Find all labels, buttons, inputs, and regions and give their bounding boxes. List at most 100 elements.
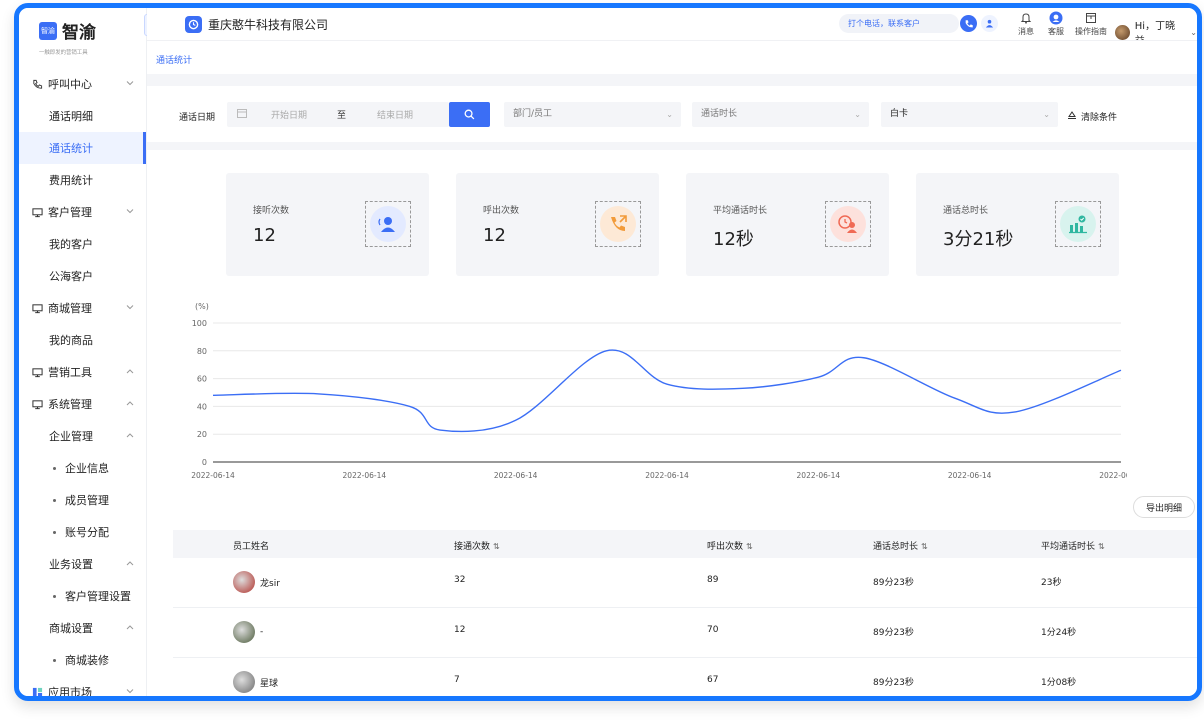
y-tick-label: 40 bbox=[197, 402, 207, 411]
chevron-down-icon: ⌄ bbox=[1043, 110, 1050, 119]
header-action-label: 操作指南 bbox=[1075, 27, 1107, 36]
x-tick-label: 2022-06-14 bbox=[1099, 471, 1127, 480]
sidebar-item-15[interactable]: 业务设置 bbox=[19, 548, 146, 580]
sidebar-nav: 呼叫中心 通话明细通话统计费用统计客户管理我的客户公海客户 商城管理 我的商品 营销工具… bbox=[19, 68, 146, 696]
sidebar-item-label: 商城装修 bbox=[65, 654, 109, 667]
chevron-down-icon: ⌄ bbox=[666, 110, 673, 119]
avatar bbox=[233, 571, 255, 593]
date-filter-label: 通话日期 bbox=[179, 113, 216, 123]
employee-name-cell: - bbox=[233, 621, 263, 643]
sidebar-item-8[interactable]: 我的商品 bbox=[19, 324, 146, 356]
sidebar-item-label: 系统管理 bbox=[48, 398, 92, 411]
sort-icon[interactable]: ⇅ bbox=[1098, 542, 1105, 551]
chevron-down-icon bbox=[126, 79, 134, 88]
sidebar-item-1[interactable]: 通话明细 bbox=[19, 100, 146, 132]
x-tick-label: 2022-06-14 bbox=[948, 471, 992, 480]
sort-icon[interactable]: ⇅ bbox=[746, 542, 753, 551]
sidebar-item-9[interactable]: 营销工具 bbox=[19, 356, 146, 388]
clear-filters-button[interactable]: 清除条件 bbox=[1067, 110, 1117, 123]
chevron-down-icon bbox=[126, 687, 134, 696]
app-name: 智渝 bbox=[62, 23, 96, 43]
stat-label: 呼出次数 bbox=[483, 206, 520, 216]
chevron-up-icon bbox=[126, 431, 134, 440]
table-cell: 89分23秒 bbox=[873, 628, 914, 638]
outgoing-call-icon bbox=[595, 201, 641, 247]
duration-select[interactable]: 通话时长 ⌄ bbox=[692, 102, 869, 127]
sort-icon[interactable]: ⇅ bbox=[921, 542, 928, 551]
column-header[interactable]: 接通次数 ⇅ bbox=[454, 539, 500, 552]
table-cell: 70 bbox=[707, 625, 719, 635]
phone-icon[interactable] bbox=[960, 15, 977, 32]
column-header-label: 通话总时长 bbox=[873, 542, 919, 552]
y-tick-label: 20 bbox=[197, 430, 207, 439]
table-row: 星球 7 67 89分23秒 1分08秒 bbox=[173, 658, 1197, 696]
stat-label: 通话总时长 bbox=[943, 206, 989, 216]
y-tick-label: 60 bbox=[197, 375, 207, 384]
employee-name: 龙sir bbox=[260, 578, 280, 589]
stat-card: 呼出次数 12 bbox=[456, 173, 659, 276]
sidebar-item-7[interactable]: 商城管理 bbox=[19, 292, 146, 324]
card-select[interactable]: 白卡 ⌄ bbox=[881, 102, 1058, 127]
column-header: 员工姓名 bbox=[233, 539, 269, 552]
sidebar-item-label: 我的客户 bbox=[49, 238, 93, 251]
column-header[interactable]: 平均通话时长 ⇅ bbox=[1041, 539, 1105, 552]
app-tagline: 一触即发的营销工具 bbox=[39, 49, 88, 56]
series-line bbox=[212, 349, 1122, 433]
breadcrumb[interactable]: 通话统计 bbox=[156, 53, 192, 66]
y-tick-label: 100 bbox=[192, 319, 207, 328]
monitor-icon bbox=[31, 398, 43, 410]
end-date-input[interactable]: 结束日期 bbox=[377, 108, 413, 121]
call-input[interactable]: 打个电话，联系客户 bbox=[839, 14, 959, 33]
app-frame: 智渝 智渝 一触即发的营销工具 呼叫中心 通话明细 通话统计 费用统计 客户管理 我的客户… bbox=[14, 3, 1202, 701]
table-cell: 12 bbox=[454, 625, 466, 635]
search-icon bbox=[464, 105, 475, 124]
sidebar-item-14[interactable]: 账号分配 bbox=[19, 516, 146, 548]
sidebar-item-19[interactable]: 应用市场 bbox=[19, 676, 146, 696]
header-action-label: 客服 bbox=[1048, 27, 1064, 36]
date-range-picker[interactable]: 开始日期 至 结束日期 bbox=[227, 102, 449, 127]
table-cell: 67 bbox=[707, 675, 719, 685]
stat-label: 平均通话时长 bbox=[713, 206, 768, 216]
call-chart: (%) 0 20 40 60 80 100 2022-06-14 2022-06-14 2022-… bbox=[191, 302, 1127, 480]
search-button[interactable] bbox=[449, 102, 490, 127]
sidebar-item-label: 应用市场 bbox=[48, 686, 92, 696]
clock-user-icon bbox=[825, 201, 871, 247]
sidebar-item-5[interactable]: 我的客户 bbox=[19, 228, 146, 260]
sidebar-item-3[interactable]: 费用统计 bbox=[19, 164, 146, 196]
column-header[interactable]: 通话总时长 ⇅ bbox=[873, 539, 928, 552]
sidebar-item-2[interactable]: 通话统计 bbox=[19, 132, 146, 164]
sidebar-item-12[interactable]: 企业信息 bbox=[19, 452, 146, 484]
sidebar-item-13[interactable]: 成员管理 bbox=[19, 484, 146, 516]
table-header: 员工姓名 接通次数 ⇅ 呼出次数 ⇅ 通话总时长 ⇅ 平均通话时长 ⇅ bbox=[173, 530, 1197, 558]
calendar-icon bbox=[237, 108, 247, 121]
sidebar-item-16[interactable]: 客户管理设置 bbox=[19, 580, 146, 612]
sidebar-item-6[interactable]: 公海客户 bbox=[19, 260, 146, 292]
sidebar-item-label: 通话统计 bbox=[49, 142, 93, 155]
header-action-message[interactable]: 消息 bbox=[1018, 10, 1034, 37]
header-action-service[interactable]: 客服 bbox=[1048, 10, 1064, 37]
chevron-down-icon bbox=[126, 303, 134, 312]
stat-value: 12 bbox=[253, 225, 276, 246]
sidebar-item-18[interactable]: 商城装修 bbox=[19, 644, 146, 676]
stat-label: 接听次数 bbox=[253, 206, 290, 216]
top-header: 重庆憨牛科技有限公司 打个电话，联系客户 消息 客服 操作指南 Hi，丁晓益 ⌄ bbox=[147, 8, 1197, 47]
column-header[interactable]: 呼出次数 ⇅ bbox=[707, 539, 753, 552]
start-date-input[interactable]: 开始日期 bbox=[271, 108, 307, 121]
export-button[interactable]: 导出明细 bbox=[1133, 496, 1195, 518]
sidebar-item-0[interactable]: 呼叫中心 bbox=[19, 68, 146, 100]
sidebar-item-10[interactable]: 系统管理 bbox=[19, 388, 146, 420]
user-icon[interactable] bbox=[981, 15, 998, 32]
sort-icon[interactable]: ⇅ bbox=[493, 542, 500, 551]
table-cell: 89分23秒 bbox=[873, 578, 914, 588]
dept-select[interactable]: 部门/员工 ⌄ bbox=[504, 102, 681, 127]
sidebar-item-4[interactable]: 客户管理 bbox=[19, 196, 146, 228]
sidebar-item-label: 费用统计 bbox=[49, 174, 93, 187]
sidebar-item-11[interactable]: 企业管理 bbox=[19, 420, 146, 452]
avatar bbox=[233, 671, 255, 693]
table-cell: 1分08秒 bbox=[1041, 678, 1077, 688]
header-action-guide[interactable]: 操作指南 bbox=[1075, 10, 1107, 37]
sidebar-item-17[interactable]: 商城设置 bbox=[19, 612, 146, 644]
sidebar-item-label: 成员管理 bbox=[65, 494, 109, 507]
table-row: 龙sir 32 89 89分23秒 23秒 bbox=[173, 558, 1197, 608]
stat-value: 12 bbox=[483, 225, 506, 246]
